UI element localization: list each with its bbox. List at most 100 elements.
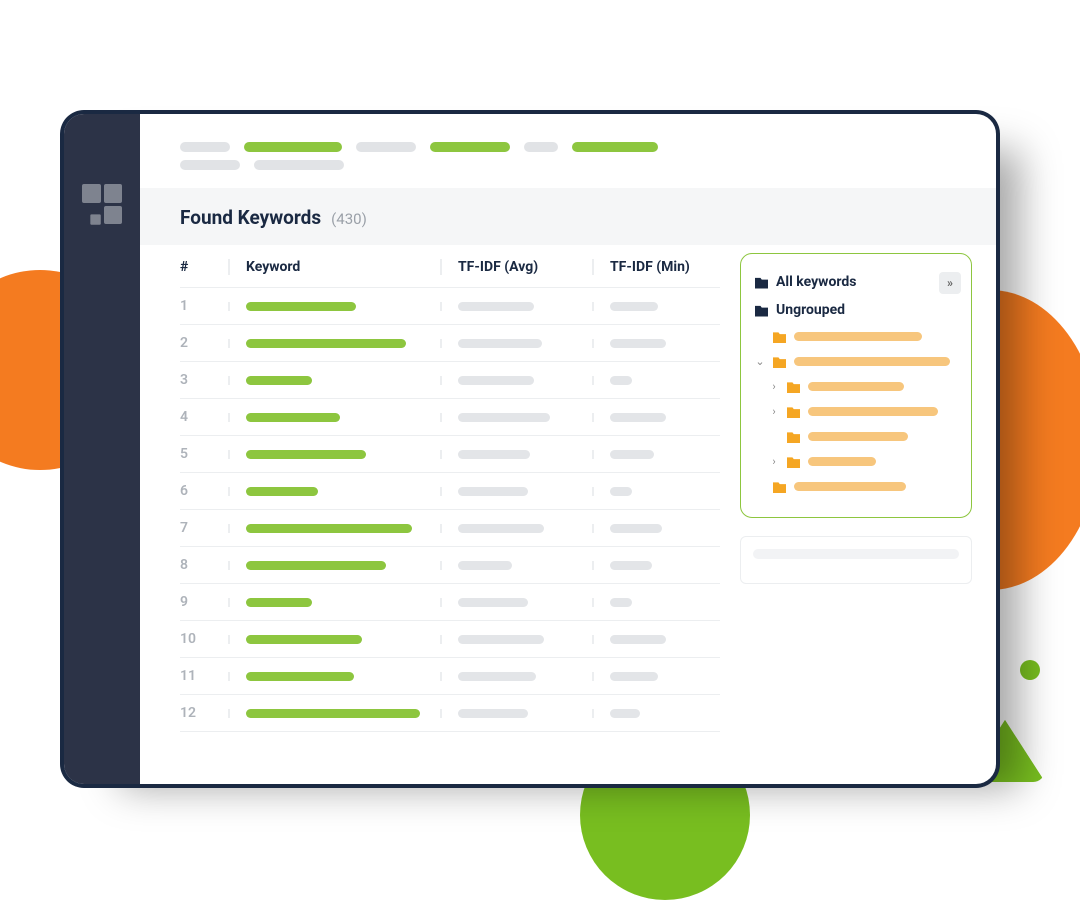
tfidf-avg-bar	[458, 598, 528, 607]
row-number: 5	[180, 446, 228, 462]
table-row[interactable]: 2	[180, 325, 720, 362]
tfidf-avg-bar	[458, 487, 528, 496]
col-tfidf-avg[interactable]: TF-IDF (Avg)	[440, 259, 592, 275]
main-content: Found Keywords (430) # Keyword TF-IDF (A…	[140, 114, 996, 784]
folder-icon	[787, 405, 800, 418]
keyword-bar	[246, 709, 420, 718]
folder-icon	[773, 330, 786, 343]
keyword-bar	[246, 450, 366, 459]
folder-icon	[773, 355, 786, 368]
tfidf-avg-bar	[458, 561, 512, 570]
row-number: 1	[180, 298, 228, 314]
col-tfidf-min[interactable]: TF-IDF (Min)	[592, 259, 720, 275]
group-all-keywords[interactable]: All keywords »	[751, 268, 961, 296]
keyword-bar	[246, 487, 318, 496]
row-number: 8	[180, 557, 228, 573]
tfidf-avg-bar	[458, 302, 534, 311]
app-window: Found Keywords (430) # Keyword TF-IDF (A…	[64, 114, 996, 784]
group-item[interactable]	[751, 474, 961, 499]
panel-card[interactable]	[740, 536, 972, 584]
row-number: 6	[180, 483, 228, 499]
group-item[interactable]: ›	[751, 399, 961, 424]
col-keyword[interactable]: Keyword	[228, 259, 440, 275]
breadcrumb-item[interactable]	[254, 160, 344, 170]
table-row[interactable]: 10	[180, 621, 720, 658]
breadcrumb-item[interactable]	[180, 142, 230, 152]
group-item[interactable]: ⌄	[751, 349, 961, 374]
row-number: 4	[180, 409, 228, 425]
breadcrumb-item[interactable]	[430, 142, 510, 152]
page-title: Found Keywords	[180, 206, 321, 229]
row-number: 12	[180, 705, 228, 721]
group-label: All keywords	[776, 274, 856, 290]
table-row[interactable]: 4	[180, 399, 720, 436]
group-label-placeholder	[808, 407, 938, 416]
group-ungrouped[interactable]: Ungrouped	[751, 296, 961, 324]
group-item[interactable]	[751, 324, 961, 349]
group-label-placeholder	[808, 432, 908, 441]
tfidf-avg-bar	[458, 450, 530, 459]
breadcrumb-secondary	[140, 160, 996, 188]
decoration	[1020, 660, 1040, 680]
table-row[interactable]: 8	[180, 547, 720, 584]
tfidf-avg-bar	[458, 635, 544, 644]
keyword-bar	[246, 302, 356, 311]
table-row[interactable]: 5	[180, 436, 720, 473]
group-item[interactable]: ›	[751, 374, 961, 399]
table-row[interactable]: 11	[180, 658, 720, 695]
table-row[interactable]: 7	[180, 510, 720, 547]
chevron-icon: ›	[769, 455, 779, 468]
table-row[interactable]: 6	[180, 473, 720, 510]
breadcrumb-item[interactable]	[524, 142, 558, 152]
row-number: 2	[180, 335, 228, 351]
tfidf-avg-bar	[458, 709, 528, 718]
table-row[interactable]: 1	[180, 288, 720, 325]
group-label-placeholder	[794, 357, 950, 366]
tfidf-min-bar	[610, 709, 640, 718]
app-logo-icon[interactable]	[82, 184, 122, 224]
group-label-placeholder	[794, 482, 906, 491]
device-frame: Found Keywords (430) # Keyword TF-IDF (A…	[60, 110, 1000, 788]
folder-icon	[773, 480, 786, 493]
tfidf-min-bar	[610, 450, 654, 459]
tfidf-avg-bar	[458, 524, 544, 533]
row-number: 11	[180, 668, 228, 684]
col-number[interactable]: #	[180, 259, 228, 275]
tfidf-min-bar	[610, 524, 662, 533]
group-label: Ungrouped	[776, 302, 845, 318]
placeholder-bar	[753, 549, 959, 559]
keyword-bar	[246, 376, 312, 385]
collapse-panel-button[interactable]: »	[939, 272, 961, 294]
group-item[interactable]	[751, 424, 961, 449]
tfidf-min-bar	[610, 635, 666, 644]
tfidf-avg-bar	[458, 339, 542, 348]
row-number: 10	[180, 631, 228, 647]
table-row[interactable]: 12	[180, 695, 720, 732]
tfidf-avg-bar	[458, 413, 550, 422]
keyword-bar	[246, 635, 362, 644]
table-row[interactable]: 3	[180, 362, 720, 399]
breadcrumb-item[interactable]	[244, 142, 342, 152]
keyword-bar	[246, 413, 340, 422]
group-label-placeholder	[808, 382, 904, 391]
tfidf-min-bar	[610, 487, 632, 496]
chevron-icon: ⌄	[755, 355, 765, 368]
keyword-count: (430)	[331, 210, 367, 228]
keyword-bar	[246, 561, 386, 570]
tfidf-avg-bar	[458, 672, 536, 681]
row-number: 9	[180, 594, 228, 610]
breadcrumb-item[interactable]	[356, 142, 416, 152]
keyword-bar	[246, 339, 406, 348]
folder-icon	[787, 380, 800, 393]
tfidf-min-bar	[610, 598, 632, 607]
keyword-groups: All keywords » Ungrouped ⌄›››	[740, 253, 972, 518]
groups-panel: All keywords » Ungrouped ⌄›››	[740, 245, 972, 732]
group-label-placeholder	[808, 457, 876, 466]
breadcrumb-item[interactable]	[180, 160, 240, 170]
table-row[interactable]: 9	[180, 584, 720, 621]
row-number: 7	[180, 520, 228, 536]
group-item[interactable]: ›	[751, 449, 961, 474]
breadcrumb-item[interactable]	[572, 142, 658, 152]
folder-icon	[787, 430, 800, 443]
keyword-bar	[246, 672, 354, 681]
